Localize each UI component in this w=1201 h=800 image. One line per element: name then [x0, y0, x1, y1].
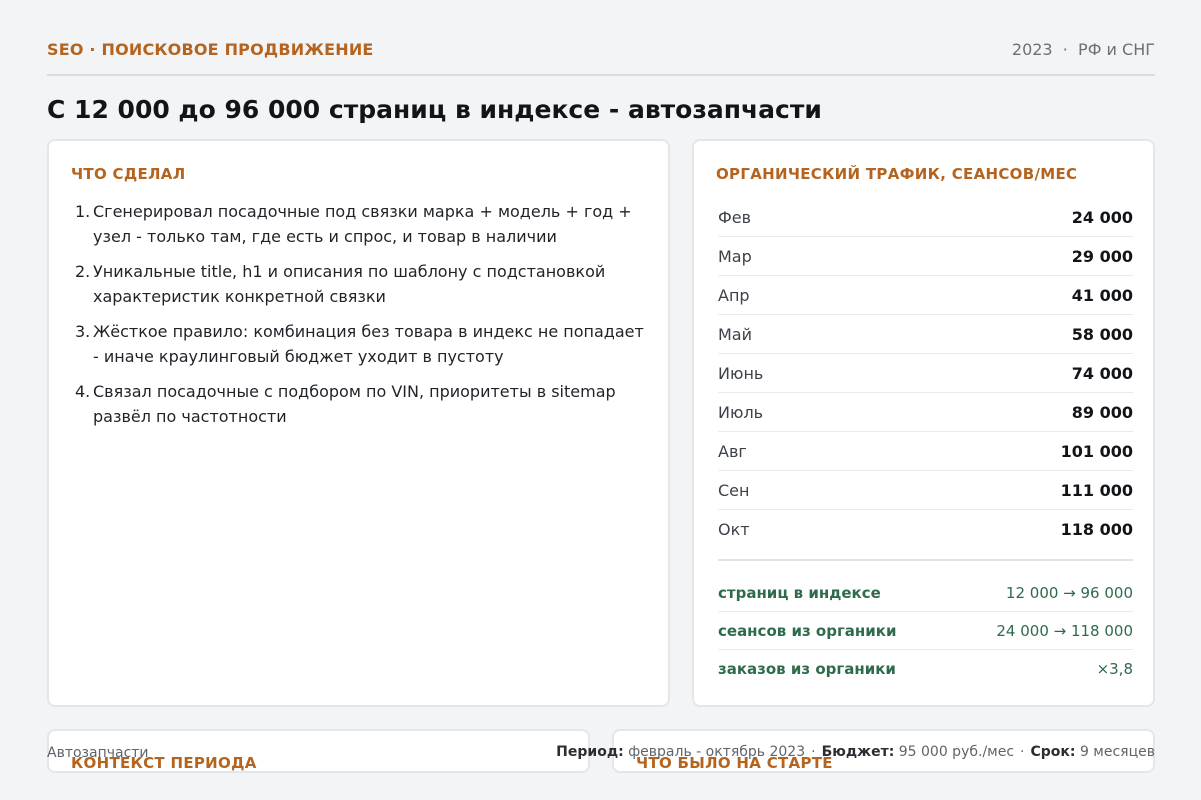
- traffic-card: ОРГАНИЧЕСКИЙ ТРАФИК, СЕАНСОВ/МЕС Фев 24 0…: [692, 139, 1155, 707]
- year-region: 2023 · РФ и СНГ: [1011, 40, 1155, 59]
- page-header: SEO · ПОИСКОВОЕ ПРОДВИЖЕНИЕ 2023 · РФ и …: [47, 40, 1155, 76]
- table-row: Сен 111 000: [718, 471, 1133, 510]
- table-row: Окт 118 000: [718, 520, 1133, 539]
- page-title: С 12 000 до 96 000 страниц в индексе - а…: [47, 95, 822, 124]
- summary-row: сеансов из органики 24 000 → 118 000: [718, 612, 1133, 650]
- niche-label: Автозапчасти: [47, 745, 149, 761]
- summary-row: страниц в индексе 12 000 → 96 000: [718, 574, 1133, 612]
- list-item: 4. Связал посадочные с подбором по VIN, п…: [75, 382, 616, 426]
- table-row: Мар 29 000: [718, 237, 1133, 276]
- table-row: Май 58 000: [718, 315, 1133, 354]
- table-row: Фев 24 000: [718, 198, 1133, 237]
- table-row: Июль 89 000: [718, 393, 1133, 432]
- traffic-card-title: ОРГАНИЧЕСКИЙ ТРАФИК, СЕАНСОВ/МЕС: [716, 165, 1078, 183]
- table-row: Апр 41 000: [718, 276, 1133, 315]
- work-card: ЧТО СДЕЛАЛ 1. Сгенерировал посадочные под…: [47, 139, 670, 707]
- traffic-table: Фев 24 000 Мар 29 000 Апр 41 000 Май 58 000 …: [718, 198, 1133, 549]
- list-item: 2. Уникальные title, h1 и описания по шаб…: [75, 262, 606, 306]
- table-row: Авг 101 000: [718, 432, 1133, 471]
- list-item: 1. Сгенерировал посадочные под связки мар…: [75, 202, 632, 246]
- table-row: Июнь 74 000: [718, 354, 1133, 393]
- category-tag: SEO · ПОИСКОВОЕ ПРОДВИЖЕНИЕ: [47, 40, 374, 59]
- divider: [718, 559, 1133, 561]
- summary-row: заказов из органики ×3,8: [718, 660, 1133, 678]
- summary-table: страниц в индексе 12 000 → 96 000 сеансов…: [718, 574, 1133, 688]
- project-meta: Период: февраль - октябрь 2023 · Бюджет: 9…: [556, 744, 1155, 760]
- steps-list: 1. Сгенерировал посадочные под связки мар…: [75, 199, 653, 439]
- list-item: 3. Жёсткое правило: комбинация без товара…: [75, 322, 644, 366]
- work-card-title: ЧТО СДЕЛАЛ: [71, 165, 186, 183]
